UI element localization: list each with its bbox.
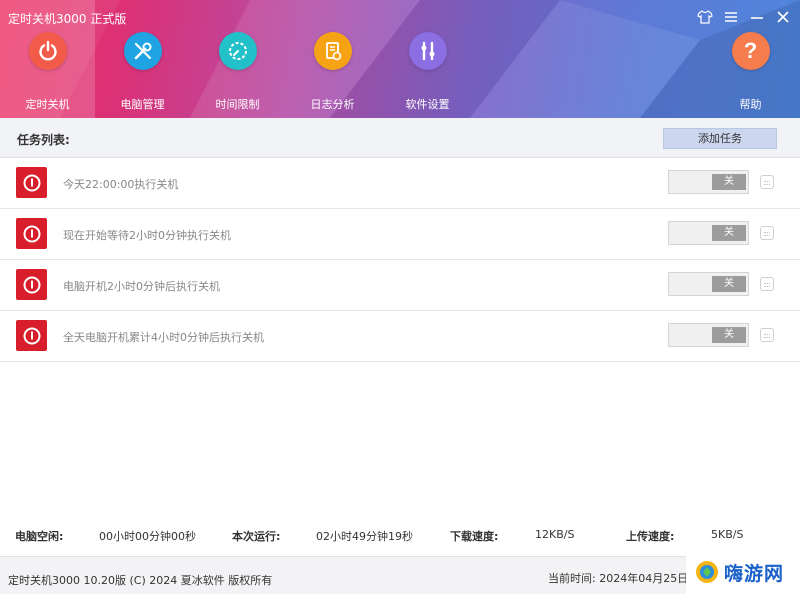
status-stats: 电脑空闲: 00小时00分钟00秒 本次运行: 02小时49分钟19秒 下载速度… bbox=[0, 520, 800, 550]
power-icon bbox=[16, 320, 47, 351]
power-icon bbox=[16, 218, 47, 249]
nav-label: 日志分析 bbox=[310, 98, 355, 111]
nav-label: 时间限制 bbox=[215, 98, 260, 111]
task-toggle[interactable]: 关 bbox=[668, 221, 749, 245]
watermark-text: 嗨游网 bbox=[724, 562, 785, 585]
task-row[interactable]: 电脑开机2小时0分钟后执行关机 关 bbox=[0, 260, 800, 311]
current-time: 当前时间: 2024年04月25日 1 bbox=[548, 570, 699, 586]
task-row[interactable]: 现在开始等待2小时0分钟执行关机 关 bbox=[0, 209, 800, 260]
task-toggle[interactable]: 关 bbox=[668, 323, 749, 347]
help-icon: ? bbox=[731, 32, 770, 70]
edit-icon[interactable] bbox=[760, 328, 774, 342]
footer-bar: 定时关机3000 10.20版 (C) 2024 夏冰软件 版权所有 当前时间:… bbox=[0, 556, 800, 594]
power-icon bbox=[16, 269, 47, 300]
run-value: 02小时49分钟19秒 bbox=[316, 530, 413, 543]
header-bar: 定时关机3000 正式版 定时关机 电脑管理 时间限制 日志分析 软件设置 ? … bbox=[0, 0, 800, 118]
upload-value: 5KB/S bbox=[711, 528, 744, 541]
task-toggle[interactable]: 关 bbox=[668, 272, 749, 296]
tools-icon bbox=[123, 32, 162, 70]
nav-software-settings[interactable]: 软件设置 bbox=[380, 0, 475, 118]
task-row[interactable]: 今天22:00:00执行关机 关 bbox=[0, 158, 800, 209]
time-value: 2024年04月25日 1 bbox=[599, 572, 699, 585]
edit-icon[interactable] bbox=[760, 277, 774, 291]
task-list-header: 任务列表: 添加任务 bbox=[0, 118, 800, 158]
task-description: 电脑开机2小时0分钟后执行关机 bbox=[63, 280, 220, 293]
edit-icon[interactable] bbox=[760, 175, 774, 189]
idle-label: 电脑空闲: bbox=[15, 530, 64, 543]
watermark-logo-icon bbox=[696, 561, 718, 583]
settings-icon bbox=[408, 32, 447, 70]
nav-log-analysis[interactable]: 日志分析 bbox=[285, 0, 380, 118]
nav-help[interactable]: ? 帮助 bbox=[703, 0, 798, 118]
nav-label: 软件设置 bbox=[405, 98, 450, 111]
nav-label: 电脑管理 bbox=[120, 98, 165, 111]
copyright-text: 定时关机3000 10.20版 (C) 2024 夏冰软件 版权所有 bbox=[8, 574, 273, 587]
run-label: 本次运行: bbox=[232, 530, 281, 543]
task-list-title: 任务列表: bbox=[17, 133, 70, 147]
idle-value: 00小时00分钟00秒 bbox=[99, 530, 196, 543]
toggle-state: 关 bbox=[712, 225, 746, 241]
task-description: 全天电脑开机累计4小时0分钟后执行关机 bbox=[63, 331, 264, 344]
toggle-state: 关 bbox=[712, 327, 746, 343]
nav-time-limit[interactable]: 时间限制 bbox=[190, 0, 285, 118]
log-icon bbox=[313, 32, 352, 70]
timer-icon bbox=[218, 32, 257, 70]
nav-label: 帮助 bbox=[739, 98, 762, 111]
task-row[interactable]: 全天电脑开机累计4小时0分钟后执行关机 关 bbox=[0, 311, 800, 362]
task-description: 现在开始等待2小时0分钟执行关机 bbox=[63, 229, 231, 242]
upload-label: 上传速度: bbox=[626, 530, 675, 543]
task-toggle[interactable]: 关 bbox=[668, 170, 749, 194]
add-task-button[interactable]: 添加任务 bbox=[663, 128, 777, 149]
power-icon bbox=[16, 167, 47, 198]
toggle-state: 关 bbox=[712, 174, 746, 190]
nav-label: 定时关机 bbox=[25, 98, 70, 111]
time-label: 当前时间: bbox=[548, 572, 596, 585]
nav-pc-manager[interactable]: 电脑管理 bbox=[95, 0, 190, 118]
power-icon bbox=[28, 32, 67, 70]
download-label: 下载速度: bbox=[450, 530, 499, 543]
task-description: 今天22:00:00执行关机 bbox=[63, 178, 179, 191]
download-value: 12KB/S bbox=[535, 528, 575, 541]
nav-shutdown-timer[interactable]: 定时关机 bbox=[0, 0, 95, 118]
edit-icon[interactable] bbox=[760, 226, 774, 240]
toggle-state: 关 bbox=[712, 276, 746, 292]
watermark-badge: 嗨游网 bbox=[686, 550, 800, 594]
